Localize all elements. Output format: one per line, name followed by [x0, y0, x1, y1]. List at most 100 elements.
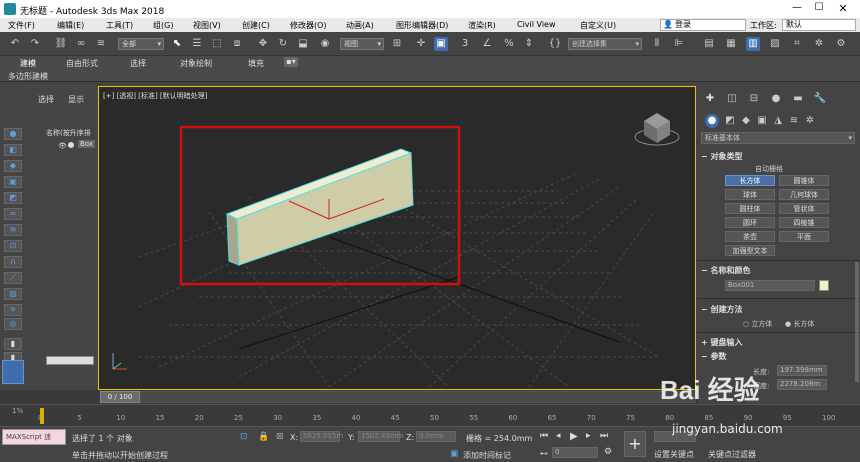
unlink-icon[interactable]: ∞ [74, 37, 88, 51]
lights-icon[interactable]: ◆ [739, 114, 753, 128]
x-coord-field[interactable]: 5625.015m [300, 431, 343, 442]
freeze-tool-icon[interactable]: ▮ [4, 338, 22, 350]
goto-start-icon[interactable]: ⏮ [540, 431, 548, 441]
scale-icon[interactable]: ⬓ [296, 37, 310, 51]
textplus-button[interactable]: 加强型文本 [725, 245, 775, 256]
ribbon-tab-selection[interactable]: 选择 [130, 58, 146, 69]
radio-cube[interactable]: ○ 立方体 [743, 319, 772, 329]
spacewarp-tool-icon[interactable]: ≋ [4, 224, 22, 236]
ribbon-options-button[interactable]: ▪▾ [284, 57, 298, 67]
scene-tab-display[interactable]: 显示 [68, 94, 84, 105]
key-mode-icon[interactable]: ⊷ [540, 449, 548, 458]
maxscript-listener[interactable]: MAXScript 迷 [2, 429, 66, 445]
material-editor-icon[interactable]: ✲ [812, 37, 826, 51]
menu-edit[interactable]: 编辑(E) [57, 20, 84, 31]
undo-icon[interactable]: ↶ [8, 37, 22, 51]
systems-icon[interactable]: ✲ [803, 114, 817, 128]
scene-item-box[interactable]: Box [78, 140, 96, 148]
object-name-field[interactable]: Box001 [725, 280, 815, 291]
keyboard-shortcut-override-icon[interactable]: ▣ [434, 37, 448, 51]
bind-space-warp-icon[interactable]: ≋ [94, 37, 108, 51]
mirror-icon[interactable]: ⫴ [650, 37, 664, 51]
move-icon[interactable]: ✥ [256, 37, 270, 51]
cone-button[interactable]: 圆锥体 [779, 175, 829, 186]
ribbon-sub-label[interactable]: 多边形建模 [8, 71, 48, 82]
pivot-icon[interactable]: ⊞ [390, 37, 404, 51]
menu-animation[interactable]: 动画(A) [346, 20, 374, 31]
ribbon-tab-freeform[interactable]: 自由形式 [66, 58, 98, 69]
set-key-icon[interactable]: + [624, 431, 646, 457]
sphere-tool-icon[interactable]: ● [4, 128, 22, 140]
select-by-name-icon[interactable]: ☰ [190, 37, 204, 51]
visibility-icon[interactable]: 👁 [58, 142, 67, 150]
menu-create[interactable]: 创建(C) [242, 20, 270, 31]
geosphere-button[interactable]: 几何球体 [779, 189, 829, 200]
parameters-header[interactable]: − 参数 [701, 351, 727, 362]
layer-explorer-icon[interactable]: ▦ [724, 37, 738, 51]
pyramid-button[interactable]: 四棱锥 [779, 217, 829, 228]
create-tab-icon[interactable]: ✚ [703, 92, 717, 106]
render-setup-icon[interactable]: ⚙ [834, 37, 848, 51]
snap-toggle-icon[interactable]: 3 [458, 37, 472, 51]
cameras-icon[interactable]: ▣ [755, 114, 769, 128]
prev-frame-icon[interactable]: ◂ [556, 431, 561, 441]
goto-end-icon[interactable]: ⏭ [600, 431, 608, 441]
align-icon[interactable]: ⊫ [672, 37, 686, 51]
spinner-snap-icon[interactable]: ⇕ [522, 37, 536, 51]
rect-selection-icon[interactable]: ⬚ [210, 37, 224, 51]
curve-editor-icon[interactable]: ▨ [768, 37, 782, 51]
redo-icon[interactable]: ↷ [28, 37, 42, 51]
tube-button[interactable]: 管状体 [779, 203, 829, 214]
select-object-icon[interactable]: ⬉ [170, 37, 184, 51]
shapes-icon[interactable]: ◩ [723, 114, 737, 128]
menu-file[interactable]: 文件(F) [8, 20, 35, 31]
time-tag-icon[interactable]: ▣ [450, 449, 459, 459]
plane-button[interactable]: 平面 [779, 231, 829, 242]
menu-civil-view[interactable]: Civil View [517, 20, 556, 29]
window-crossing-icon[interactable]: ⧈ [230, 37, 244, 51]
close-button[interactable]: ✕ [836, 2, 850, 16]
name-column-header[interactable]: 名称(按升序排 [46, 128, 91, 138]
display-tool-icon[interactable]: ▨ [4, 288, 22, 300]
menu-tools[interactable]: 工具(T) [106, 20, 133, 31]
hierarchy-tool-icon[interactable]: ⊡ [4, 240, 22, 252]
schematic-view-icon[interactable]: ⌗ [790, 37, 804, 51]
play-icon[interactable]: ▶ [570, 431, 578, 442]
torus-button[interactable]: 圆环 [725, 217, 775, 228]
current-frame-field[interactable]: 0 [552, 447, 598, 458]
ribbon-tab-populate[interactable]: 填充 [248, 58, 264, 69]
y-coord-field[interactable]: 1502.45mm [358, 431, 404, 442]
creation-method-header[interactable]: − 创建方法 [701, 304, 743, 315]
teapot-button[interactable]: 茶壶 [725, 231, 775, 242]
placement-icon[interactable]: ◉ [318, 37, 332, 51]
scene-tab-select[interactable]: 选择 [38, 94, 54, 105]
isolate-selection-icon[interactable]: ⊡ [240, 432, 248, 442]
motion-tab-icon[interactable]: ● [769, 92, 783, 106]
named-selection-select[interactable]: 创建选择集 ▾ [568, 38, 642, 50]
time-config-icon[interactable]: ⚙ [604, 447, 612, 457]
rotate-icon[interactable]: ↻ [276, 37, 290, 51]
lock-icon[interactable]: 🔒 [258, 432, 269, 442]
sphere-button[interactable]: 球体 [725, 189, 775, 200]
key-filters-button[interactable]: 关键点过滤器 [708, 449, 756, 460]
ref-coord-select[interactable]: 视图 ▾ [340, 38, 384, 50]
z-coord-field[interactable]: 0.0mm [416, 431, 456, 442]
helper-tool-icon[interactable]: ≈ [4, 208, 22, 220]
camera-tool-icon[interactable]: ◧ [4, 144, 22, 156]
radio-box[interactable]: ● 长方体 [785, 319, 814, 329]
workspace-select[interactable]: 默认 [782, 19, 856, 31]
select-manipulate-icon[interactable]: ✛ [414, 37, 428, 51]
minimize-button[interactable]: — [790, 2, 804, 16]
scene-explorer-toggle[interactable] [2, 360, 24, 384]
shape-tool-icon[interactable]: ◩ [4, 192, 22, 204]
scene-scrollbar[interactable] [46, 356, 94, 365]
isolate-tool-icon[interactable]: ◎ [4, 318, 22, 330]
selection-filter-select[interactable]: 全部 ▾ [118, 38, 164, 50]
motion-tool-icon[interactable]: ∩ [4, 256, 22, 268]
time-slider-thumb[interactable]: 0 / 100 [100, 391, 140, 403]
object-color-swatch[interactable] [819, 280, 829, 291]
menu-customize[interactable]: 自定义(U) [580, 20, 616, 31]
helpers-icon[interactable]: ◮ [771, 114, 785, 128]
menu-view[interactable]: 视图(V) [193, 20, 221, 31]
autogrid-checkbox[interactable]: 自动栅格 [755, 164, 783, 174]
